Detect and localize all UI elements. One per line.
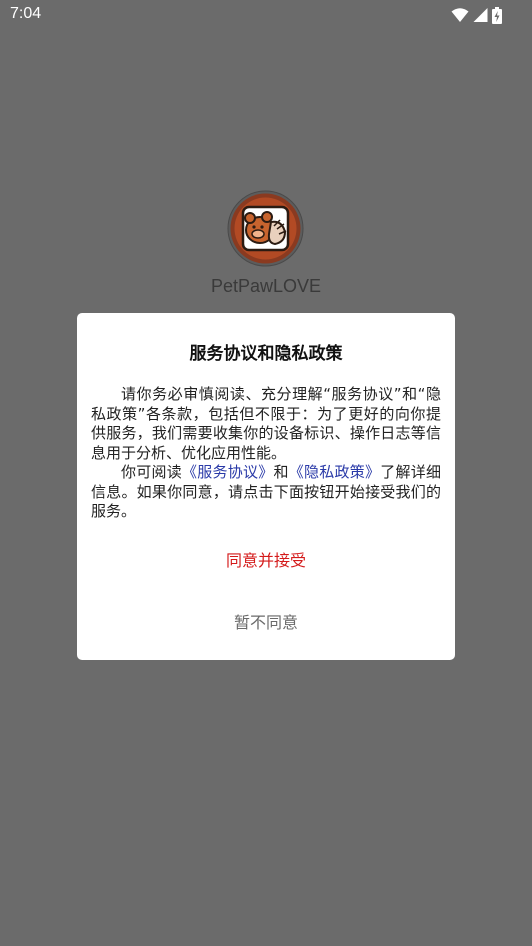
app-name: PetPawLOVE (210, 276, 322, 296)
dialog-paragraph-1: 请你务必审慎阅读、充分理解“服务协议”和“隐私政策”各条款，包括但不限于：为了更… (91, 385, 441, 462)
petpaw-logo-icon (227, 190, 304, 267)
battery-charging-icon (492, 6, 502, 24)
signal-icon (473, 7, 488, 23)
status-icons (451, 6, 502, 24)
decline-button[interactable]: 暂不同意 (77, 609, 455, 633)
status-time: 7:04 (10, 5, 42, 22)
dialog-title: 服务协议和隐私政策 (189, 344, 343, 364)
privacy-dialog: 服务协议和隐私政策 请你务必审慎阅读、充分理解“服务协议”和“隐私政策”各条款，… (77, 313, 455, 660)
dialog-paragraph-2: 你可阅读《服务协议》和《隐私政策》了解详细信息。如果你同意，请点击下面按钮开始接… (91, 463, 441, 522)
privacy-policy-link[interactable]: 《隐私政策》 (289, 463, 380, 481)
dialog-body: 请你务必审慎阅读、充分理解“服务协议”和“隐私政策”各条款，包括但不限于：为了更… (91, 385, 441, 522)
paragraph-2-and: 和 (273, 463, 289, 481)
paragraph-2-prefix: 你可阅读 (121, 463, 182, 481)
wifi-icon (451, 7, 469, 23)
service-agreement-link[interactable]: 《服务协议》 (182, 463, 273, 481)
status-bar: 7:04 (0, 0, 532, 30)
accept-button[interactable]: 同意并接受 (77, 547, 455, 571)
